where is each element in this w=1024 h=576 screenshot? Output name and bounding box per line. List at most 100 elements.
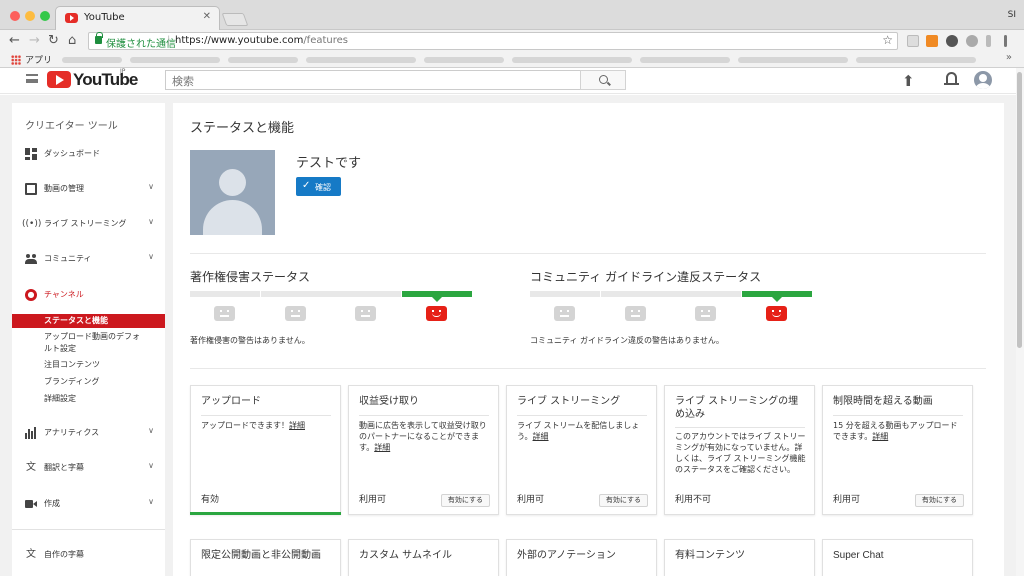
sidebar-item-video-manager[interactable]: 動画の管理 ∨ (12, 178, 165, 200)
sidebar-item-label: 動画の管理 (44, 184, 84, 193)
extension-icon[interactable] (926, 35, 938, 47)
bookmark-item[interactable] (228, 57, 298, 63)
reload-icon[interactable]: ↻ (48, 33, 59, 48)
back-arrow-icon[interactable]: ← (9, 33, 20, 48)
apps-icon[interactable] (11, 55, 21, 65)
enable-button[interactable]: 有効にする (598, 494, 648, 507)
youtube-logo-icon[interactable] (47, 71, 71, 88)
logo-region: JP (120, 68, 126, 75)
bookmark-item[interactable] (738, 57, 848, 63)
sidebar-item-create[interactable]: 作成 ∨ (12, 493, 165, 515)
notifications-bell-icon[interactable] (944, 72, 959, 85)
neutral-face-icon (554, 306, 575, 321)
chevron-down-icon[interactable]: ∨ (148, 461, 154, 470)
address-bar[interactable]: 保護された通信 | https://www.youtube.com/featur… (88, 32, 898, 50)
sidebar-title: クリエイター ツール (25, 121, 118, 132)
sidebar-item-label: 自作の字幕 (44, 550, 84, 559)
bookmark-item[interactable] (640, 57, 730, 63)
enable-button[interactable]: 有効にする (914, 494, 964, 507)
sidebar-subitem-advanced[interactable]: 詳細設定 (12, 393, 165, 405)
window-close-button[interactable] (10, 11, 20, 21)
forward-arrow-icon[interactable]: → (29, 33, 40, 48)
browser-tab-youtube[interactable]: YouTube ✕ (55, 6, 220, 30)
feature-card-description: 動画に広告を表示して収益受け取りのパートナーになることができます。詳細 (359, 421, 487, 452)
verify-button[interactable]: ✓ 確認 (296, 177, 341, 196)
sidebar-item-label: ダッシュボード (44, 149, 100, 158)
tab-close-icon[interactable]: ✕ (203, 11, 211, 22)
hamburger-menu-icon[interactable] (26, 74, 38, 83)
chevron-down-icon[interactable]: ∨ (148, 252, 154, 261)
neutral-face-icon (624, 306, 646, 321)
chevron-down-icon[interactable]: ∨ (148, 217, 154, 226)
bookmark-item[interactable] (856, 57, 976, 63)
sidebar-item-label: アナリティクス (44, 428, 100, 437)
channel-avatar[interactable] (190, 150, 275, 235)
sidebar-subitem-featured-content[interactable]: 注目コンテンツ (12, 359, 165, 371)
scrollbar-thumb[interactable] (1017, 72, 1022, 348)
feature-card-description: アップロードできます！詳細 (201, 421, 305, 430)
bookmark-item[interactable] (130, 57, 220, 63)
feature-card-description: このアカウントではライブ ストリーミングが有効になっていません。詳しくは、ライブ… (675, 432, 806, 474)
details-link[interactable]: 詳細 (289, 421, 305, 430)
bookmark-item[interactable] (62, 57, 122, 63)
feature-card-live-embedding: ライブ ストリーミングの埋め込み このアカウントではライブ ストリーミングが有効… (664, 385, 815, 515)
bookmark-item[interactable] (512, 57, 632, 63)
bookmark-star-icon[interactable]: ☆ (882, 33, 893, 47)
feature-card-description: ライブ ストリームを配信しましょう。詳細 (517, 421, 640, 441)
sidebar-item-analytics[interactable]: アナリティクス ∨ (12, 422, 165, 444)
page-scrollbar[interactable] (1016, 68, 1024, 576)
url-text[interactable]: https://www.youtube.com/features (175, 35, 348, 46)
feature-card-title: カスタム サムネイル (359, 550, 452, 561)
search-input[interactable]: 検索 (165, 70, 581, 90)
home-icon[interactable]: ⌂ (68, 33, 76, 48)
sidebar-subitem-upload-defaults[interactable]: アップロード動画のデフォルト設定 (12, 331, 144, 355)
dashboard-icon (25, 148, 37, 160)
sidebar-item-translations[interactable]: 文 翻訳と字幕 ∨ (12, 457, 165, 479)
search-button[interactable] (580, 70, 626, 90)
sidebar-item-live-streaming[interactable]: ((•)) ライブ ストリーミング ∨ (12, 213, 165, 235)
video-manager-icon (25, 183, 37, 195)
upload-icon[interactable]: ⬆ (902, 72, 915, 90)
browser-profile[interactable]: SI (1008, 10, 1016, 20)
feature-card-custom-thumbnails: カスタム サムネイル (348, 539, 499, 576)
sidebar-item-label: チャンネル (44, 290, 84, 299)
sidebar-item-channel[interactable]: ● チャンネル (12, 284, 165, 306)
status-pointer-icon (431, 297, 442, 302)
details-link[interactable]: 詳細 (872, 432, 888, 441)
details-link[interactable]: 詳細 (374, 443, 390, 452)
sidebar-item-dashboard[interactable]: ダッシュボード (12, 143, 165, 165)
window-minimize-button[interactable] (25, 11, 35, 21)
extension-icon[interactable] (946, 35, 958, 47)
chevron-down-icon[interactable]: ∨ (148, 497, 154, 506)
chevron-down-icon[interactable]: ∨ (148, 182, 154, 191)
details-link[interactable]: 詳細 (533, 432, 549, 441)
browser-menu-icon[interactable] (1004, 35, 1007, 47)
bookmark-item[interactable] (306, 57, 416, 63)
extension-icon[interactable] (986, 35, 991, 47)
chevron-down-icon[interactable]: ∨ (148, 426, 154, 435)
extension-icon[interactable] (966, 35, 978, 47)
feature-card-status: 有効 (201, 495, 220, 505)
sidebar-item-your-subtitles[interactable]: 文 自作の字幕 (12, 544, 165, 566)
page-title: ステータスと機能 (190, 121, 295, 136)
feature-card-title: 限定公開動画と非公開動画 (201, 550, 321, 561)
section-divider (190, 368, 986, 369)
bookmarks-apps[interactable]: アプリ (25, 53, 52, 66)
account-avatar[interactable] (974, 71, 992, 89)
sidebar-subitem-branding[interactable]: ブランディング (12, 376, 165, 388)
live-broadcast-icon: ((•)) (22, 219, 42, 229)
extension-icon[interactable] (907, 35, 919, 47)
bookmark-item[interactable] (424, 57, 504, 63)
bookmarks-overflow[interactable]: » (1006, 52, 1012, 63)
sidebar-item-label: コミュニティ (44, 254, 92, 263)
enable-button[interactable]: 有効にする (440, 494, 490, 507)
new-tab-button[interactable] (221, 13, 249, 26)
enabled-indicator (190, 512, 341, 515)
window-zoom-button[interactable] (40, 11, 50, 21)
secure-connection-label: 保護された通信 (106, 39, 176, 50)
sidebar-item-community[interactable]: コミュニティ ∨ (12, 248, 165, 270)
youtube-logo-text[interactable]: YouTube (73, 70, 138, 90)
feature-card-unlisted-private: 限定公開動画と非公開動画 (190, 539, 341, 576)
feature-card-title: Super Chat (833, 550, 884, 561)
sidebar-subitem-status-and-features[interactable]: ステータスと機能 (12, 314, 165, 328)
